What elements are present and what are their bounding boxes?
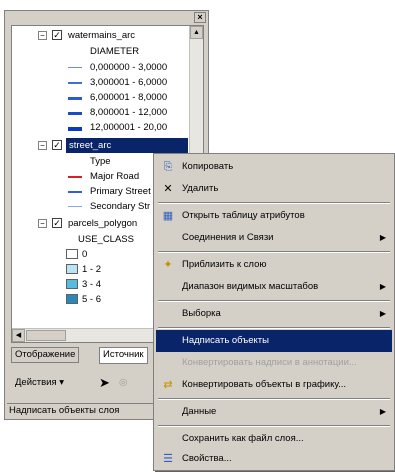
fill-swatch (66, 294, 78, 304)
menu-item-data[interactable]: Данные ▶ (156, 401, 392, 423)
layer-visibility-checkbox[interactable]: ✓ (52, 140, 62, 150)
menu-item-copy[interactable]: ⎘ Копировать (156, 156, 392, 178)
line-symbol (68, 191, 82, 193)
menu-item-selection[interactable]: Выборка ▶ (156, 303, 392, 325)
properties-icon: ☰ (163, 453, 173, 465)
actions-dropdown[interactable]: Действия ▾ (15, 375, 64, 393)
scroll-left-icon[interactable]: ◀ (12, 329, 25, 342)
menu-item-zoom-to-layer[interactable]: ✦ Приблизить к слою (156, 254, 392, 276)
menu-item-save-as-layer-file[interactable]: Сохранить как файл слоя... (156, 428, 392, 450)
menu-item-convert-labels[interactable]: Конвертировать надписи в аннотации... (156, 352, 392, 374)
table-icon: ▦ (162, 210, 174, 222)
menu-item-open-attribute-table[interactable]: ▦ Открыть таблицу атрибутов (156, 205, 392, 227)
layer-visibility-checkbox[interactable]: ✓ (52, 30, 62, 40)
submenu-arrow-icon: ▶ (379, 233, 386, 242)
copy-icon: ⎘ (163, 161, 173, 173)
fill-swatch (66, 279, 78, 289)
fill-swatch (66, 264, 78, 274)
layer-row-street[interactable]: − ✓ street_arc (12, 138, 190, 153)
menu-separator (158, 300, 390, 302)
zoom-to-layer-icon: ✦ (163, 259, 173, 271)
toc-titlebar: × (5, 11, 208, 25)
submenu-arrow-icon: ▶ (379, 309, 386, 318)
line-symbol (68, 176, 82, 178)
close-icon[interactable]: × (194, 12, 206, 23)
select-pointer-icon[interactable]: ➤ (99, 375, 110, 393)
identify-icon[interactable]: ◎ (119, 375, 127, 393)
collapse-icon[interactable]: − (38, 31, 47, 40)
menu-item-label-features[interactable]: Надписать объекты (156, 330, 392, 352)
line-symbol (68, 206, 82, 207)
menu-separator (158, 202, 390, 204)
scroll-thumb[interactable] (26, 330, 66, 341)
menu-item-visible-scale-range[interactable]: Диапазон видимых масштабов ▶ (156, 276, 392, 298)
scroll-up-icon[interactable]: ▲ (190, 26, 203, 39)
submenu-arrow-icon: ▶ (379, 282, 386, 291)
fill-swatch (66, 249, 78, 259)
menu-item-properties[interactable]: ☰ Свойства... (156, 448, 392, 470)
menu-item-convert-features-to-graphics[interactable]: ⇄ Конвертировать объекты в графику... (156, 374, 392, 396)
layer-name-selected: street_arc (66, 138, 188, 153)
convert-graphics-icon: ⇄ (163, 379, 173, 391)
submenu-arrow-icon: ▶ (379, 407, 386, 416)
layer-name: watermains_arc (68, 30, 136, 41)
menu-separator (158, 425, 390, 427)
tab-source[interactable]: Источник (99, 347, 148, 364)
menu-item-joins-relates[interactable]: Соединения и Связи ▶ (156, 227, 392, 249)
line-symbol (68, 82, 82, 84)
delete-icon: ✕ (163, 183, 173, 195)
menu-separator (158, 327, 390, 329)
line-symbol (68, 67, 82, 68)
tab-display[interactable]: Отображение (11, 347, 80, 363)
collapse-icon[interactable]: − (38, 141, 47, 150)
layer-context-menu: ⎘ Копировать ✕ Удалить ▦ Открыть таблицу… (153, 153, 395, 471)
layer-name: parcels_polygon (68, 218, 138, 229)
line-symbol (68, 97, 82, 100)
menu-separator (158, 398, 390, 400)
menu-item-delete[interactable]: ✕ Удалить (156, 178, 392, 200)
line-symbol (68, 112, 82, 115)
menu-separator (158, 251, 390, 253)
layer-row-watermains[interactable]: − ✓ watermains_arc (12, 28, 190, 43)
line-symbol (68, 127, 82, 131)
layer-visibility-checkbox[interactable]: ✓ (52, 218, 62, 228)
collapse-icon[interactable]: − (38, 219, 47, 228)
